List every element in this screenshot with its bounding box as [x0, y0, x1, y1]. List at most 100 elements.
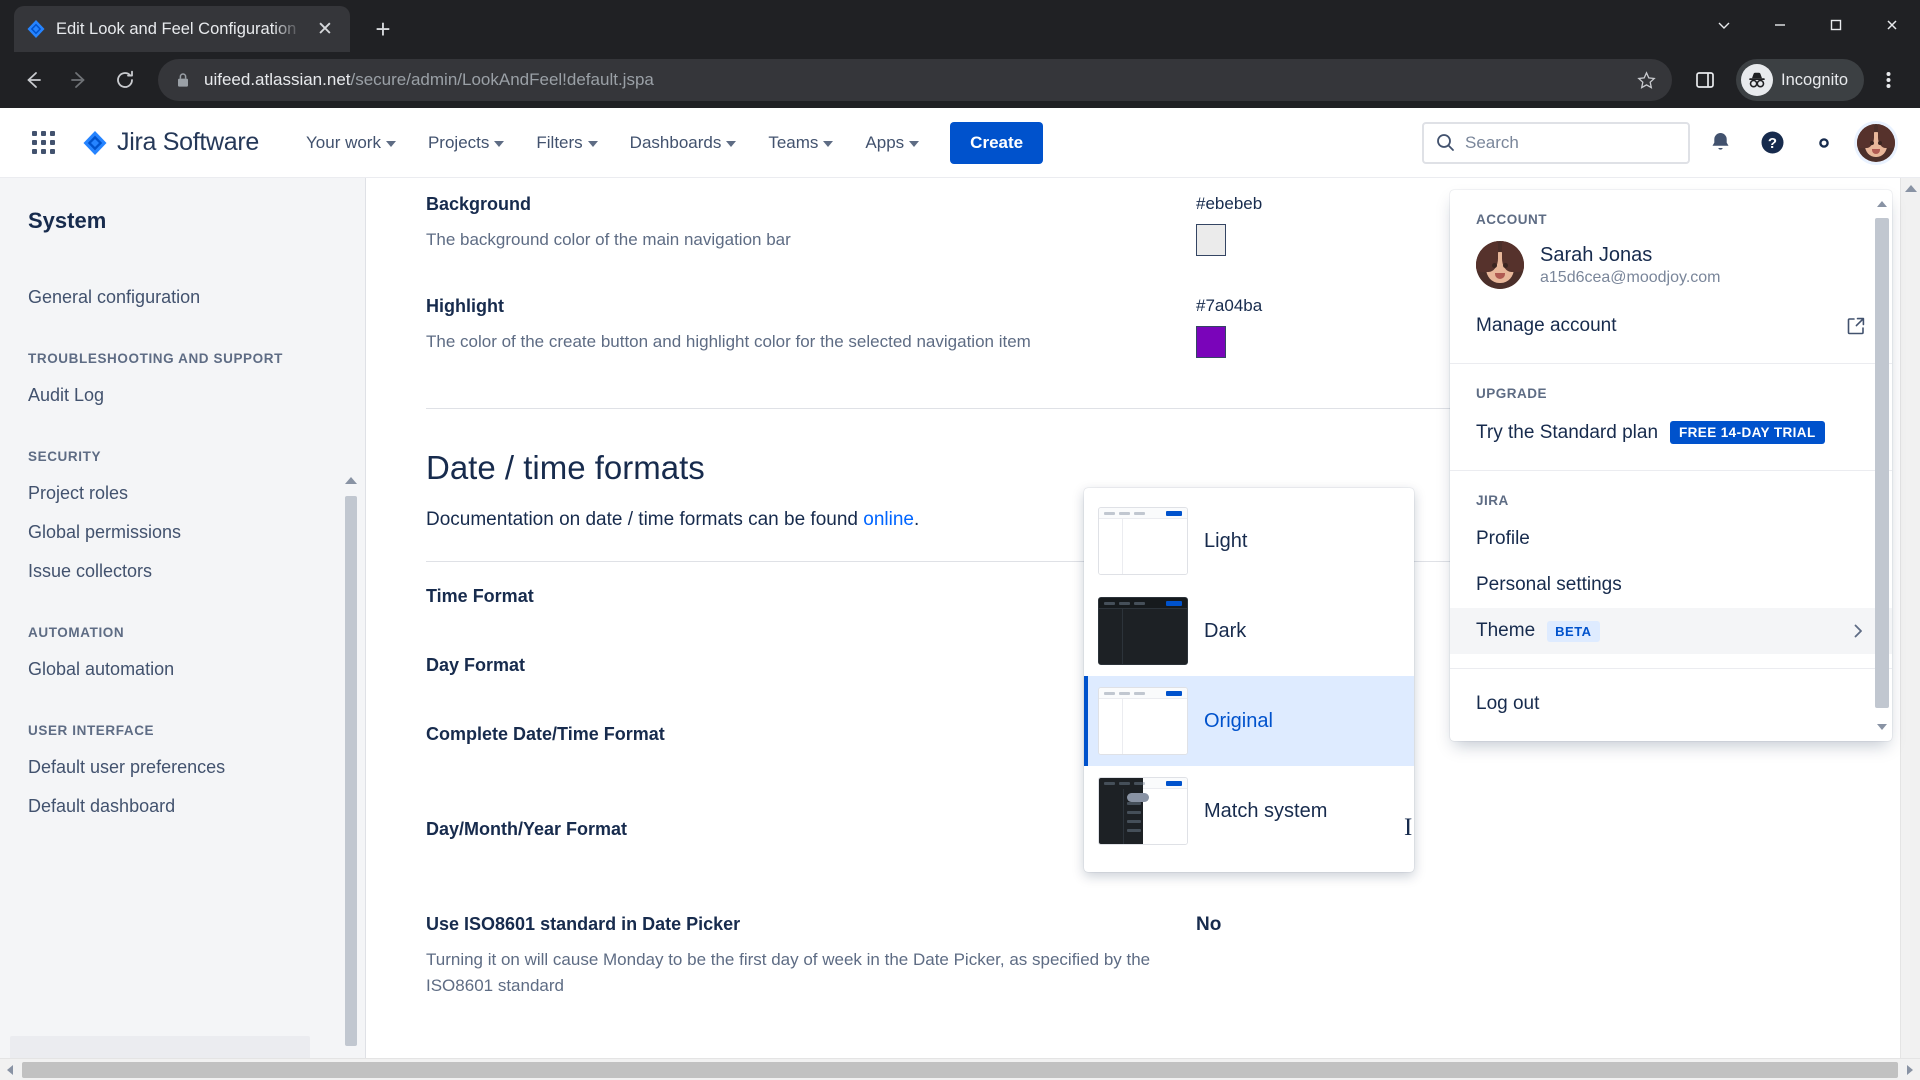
browser-tab[interactable]: Edit Look and Feel Configuration ✕ — [14, 6, 350, 52]
chevron-right-icon — [1850, 623, 1866, 639]
admin-sidebar: System General configuration TROUBLESHOO… — [0, 178, 366, 1080]
nav-item-apps[interactable]: Apps — [852, 123, 932, 163]
account-menu-scrollbar[interactable] — [1875, 196, 1889, 735]
search-input[interactable]: Search — [1422, 121, 1690, 164]
new-tab-button[interactable]: + — [364, 10, 402, 48]
page-viewport: Jira Software Your work Projects Filters… — [0, 108, 1920, 1080]
window-minimize-all-button[interactable] — [1696, 0, 1752, 50]
theme-option-light[interactable]: Light — [1084, 496, 1414, 586]
chevron-down-icon — [494, 140, 505, 147]
nav-label: Projects — [427, 132, 490, 152]
scroll-left-arrow-icon[interactable] — [0, 1059, 20, 1080]
chevron-down-icon — [909, 140, 920, 147]
window-maximize-button[interactable] — [1808, 0, 1864, 50]
tab-title: Edit Look and Feel Configuration — [56, 19, 297, 38]
sidebar-item-general-configuration[interactable]: General configuration — [0, 278, 365, 317]
notification-bell-icon[interactable] — [1698, 121, 1742, 165]
jira-favicon-icon — [26, 19, 46, 39]
jira-logo[interactable]: Jira Software — [82, 128, 259, 157]
config-label: Background — [426, 194, 532, 214]
account-scroll-up-arrow-icon[interactable] — [1875, 196, 1889, 212]
sidebar-item-project-roles[interactable]: Project roles — [0, 474, 365, 513]
nav-label: Teams — [768, 132, 819, 152]
theme-option-label: Light — [1204, 529, 1248, 552]
theme-option-dark[interactable]: Dark — [1084, 586, 1414, 676]
format-code: No — [1196, 914, 1222, 935]
jira-logo-text: Jira Software — [117, 128, 259, 156]
manage-account-item[interactable]: Manage account — [1450, 303, 1892, 349]
account-menu-scrollbar-thumb[interactable] — [1875, 218, 1889, 708]
page-scroll-up-arrow-icon[interactable] — [1901, 178, 1920, 198]
external-link-icon — [1846, 316, 1866, 336]
nav-item-your-work[interactable]: Your work — [293, 123, 409, 163]
address-bar[interactable]: uifeed.atlassian.net/secure/admin/LookAn… — [158, 59, 1673, 101]
create-button[interactable]: Create — [950, 121, 1044, 164]
theme-option-match-system[interactable]: Match system — [1084, 766, 1414, 856]
sidebar-item-default-dashboard[interactable]: Default dashboard — [0, 787, 365, 826]
browser-chrome: Edit Look and Feel Configuration ✕ + uif… — [0, 0, 1920, 108]
format-label: Time Format — [426, 586, 534, 606]
menu-item-label: Theme — [1476, 620, 1536, 641]
sidebar-item-default-user-preferences[interactable]: Default user preferences — [0, 748, 365, 787]
sidebar-heading-security: SECURITY — [28, 449, 102, 464]
incognito-indicator[interactable]: Incognito — [1736, 59, 1864, 101]
color-swatch[interactable] — [1196, 224, 1226, 256]
jira-nav-right: Search ? — [1422, 120, 1898, 165]
url-path: /secure/admin/LookAndFeel!default.jspa — [350, 70, 654, 89]
theme-option-original[interactable]: Original — [1084, 676, 1414, 766]
three-dots-icon[interactable] — [1868, 59, 1908, 101]
url-host: uifeed.atlassian.net — [204, 70, 351, 89]
documentation-link[interactable]: online — [863, 509, 914, 530]
browser-toolbar: uifeed.atlassian.net/secure/admin/LookAn… — [0, 52, 1920, 108]
forward-button[interactable] — [58, 59, 100, 101]
menu-item-logout[interactable]: Log out — [1450, 681, 1892, 727]
upgrade-section: UPGRADE Try the Standard plan FREE 14-DA… — [1450, 363, 1892, 470]
tab-close-icon[interactable]: ✕ — [312, 16, 338, 42]
menu-item-theme[interactable]: Theme BETA — [1450, 608, 1892, 654]
account-section-heading: ACCOUNT — [1476, 212, 1547, 227]
window-close-button[interactable] — [1864, 0, 1920, 50]
format-label: Day Format — [426, 655, 526, 675]
menu-item-profile[interactable]: Profile — [1450, 516, 1892, 562]
account-scroll-down-arrow-icon[interactable] — [1875, 719, 1889, 735]
jira-section: JIRA Profile Personal settings Theme BET… — [1450, 470, 1892, 668]
sidebar-item-global-automation[interactable]: Global automation — [0, 650, 365, 689]
app-switcher-icon[interactable] — [26, 126, 60, 160]
settings-gear-icon[interactable] — [1802, 121, 1846, 165]
upgrade-plan-item[interactable]: Try the Standard plan FREE 14-DAY TRIAL — [1450, 409, 1892, 456]
reload-button[interactable] — [104, 59, 146, 101]
page-vertical-scrollbar[interactable] — [1900, 178, 1920, 1080]
side-panel-icon[interactable] — [1684, 59, 1726, 101]
config-description: The color of the create button and highl… — [426, 332, 1031, 351]
nav-label: Your work — [306, 132, 381, 152]
scroll-up-arrow-icon[interactable] — [345, 474, 357, 486]
back-button[interactable] — [12, 59, 54, 101]
menu-item-personal-settings[interactable]: Personal settings — [1450, 562, 1892, 608]
profile-avatar-button[interactable] — [1854, 120, 1898, 165]
nav-item-filters[interactable]: Filters — [523, 123, 610, 163]
search-icon — [1437, 134, 1454, 151]
sidebar-scrollbar[interactable] — [345, 468, 357, 1046]
sidebar-item-issue-collectors[interactable]: Issue collectors — [0, 552, 365, 591]
help-question-icon[interactable]: ? — [1750, 121, 1794, 165]
color-swatch[interactable] — [1196, 326, 1226, 358]
nav-item-dashboards[interactable]: Dashboards — [617, 123, 750, 163]
bookmark-star-icon[interactable] — [1632, 70, 1660, 90]
account-user-name: Sarah Jonas — [1540, 243, 1653, 266]
page-horizontal-scrollbar-thumb[interactable] — [22, 1061, 1898, 1078]
nav-item-projects[interactable]: Projects — [415, 123, 517, 163]
sidebar-item-audit-log[interactable]: Audit Log — [0, 376, 365, 415]
upgrade-plan-label: Try the Standard plan — [1476, 421, 1659, 443]
tab-strip: Edit Look and Feel Configuration ✕ + — [0, 0, 1920, 52]
scroll-right-arrow-icon[interactable] — [1900, 1059, 1920, 1080]
sidebar-heading-automation: AUTOMATION — [28, 625, 125, 640]
sidebar-item-global-permissions[interactable]: Global permissions — [0, 513, 365, 552]
menu-item-label: Log out — [1476, 693, 1540, 714]
account-user-row[interactable]: Sarah Jonas a15d6cea@moodjoy.com — [1450, 235, 1892, 303]
window-minimize-button[interactable] — [1752, 0, 1808, 50]
avatar — [1857, 123, 1895, 162]
page-horizontal-scrollbar[interactable] — [0, 1058, 1920, 1080]
nav-item-teams[interactable]: Teams — [755, 123, 846, 163]
sidebar-scrollbar-thumb[interactable] — [345, 496, 357, 1046]
account-user-email: a15d6cea@moodjoy.com — [1540, 268, 1721, 286]
